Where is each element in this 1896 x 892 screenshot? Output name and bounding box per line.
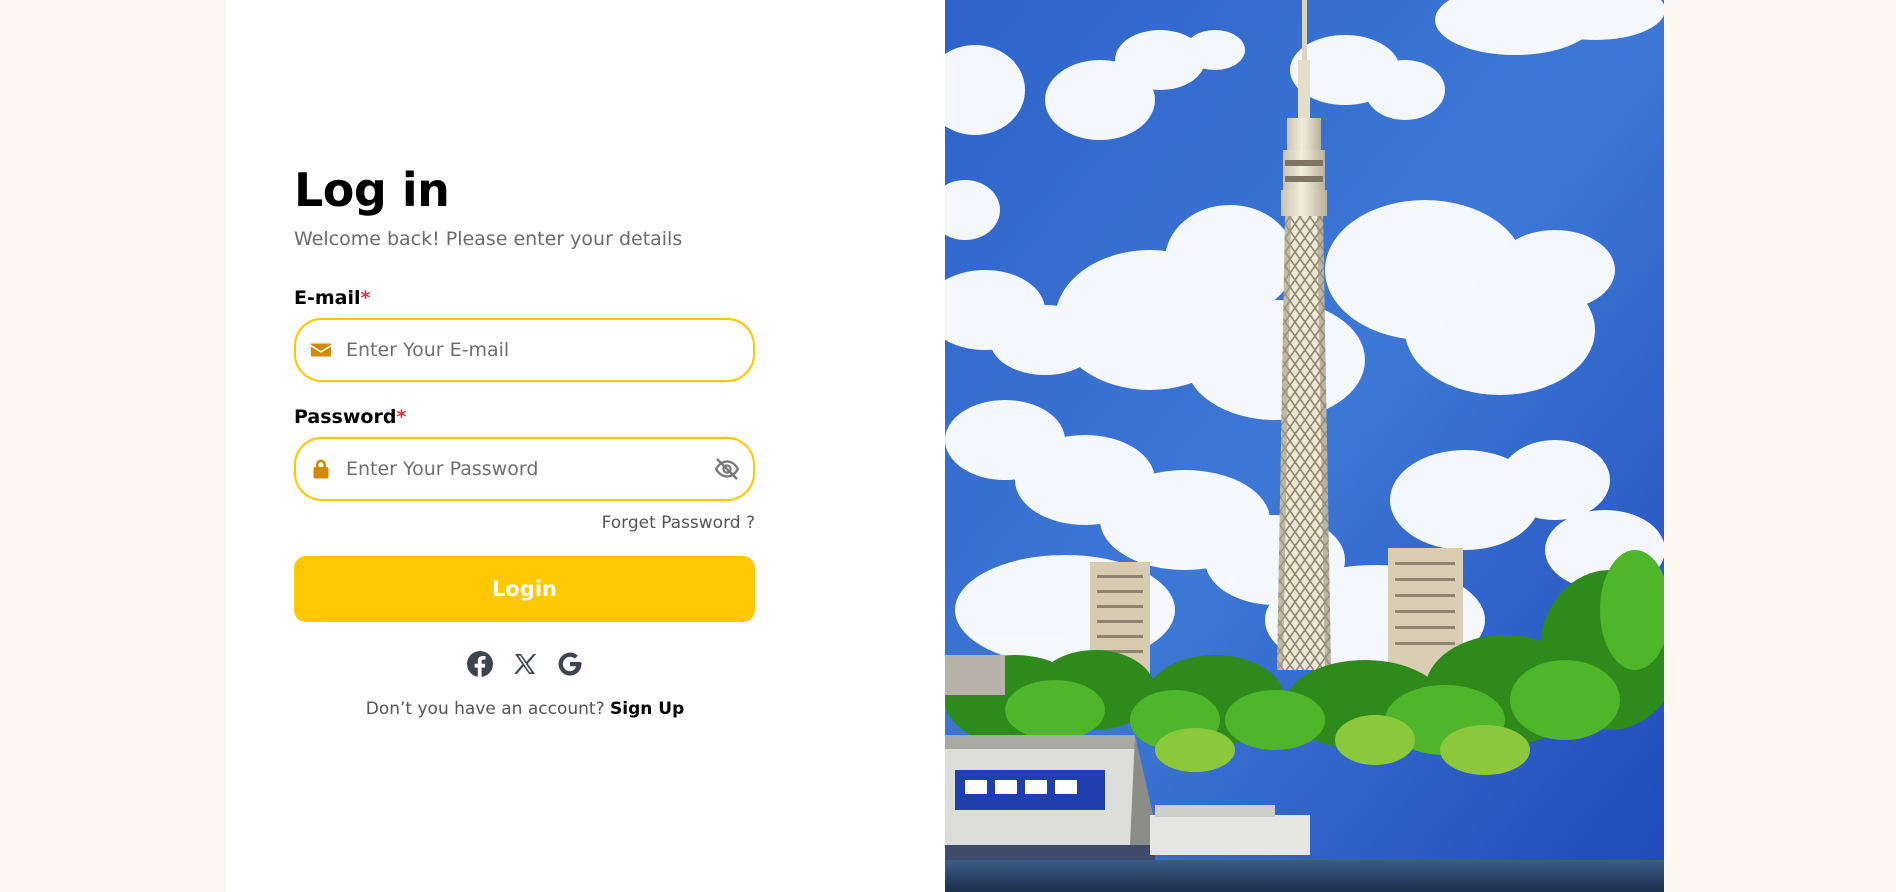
login-panel: Log in Welcome back! Please enter your d… (225, 0, 945, 892)
signup-link[interactable]: Sign Up (610, 699, 684, 719)
x-icon[interactable] (511, 650, 539, 678)
email-label: E-mail* (294, 287, 370, 309)
email-field[interactable] (294, 318, 755, 382)
password-label: Password* (294, 406, 406, 428)
password-input[interactable] (346, 447, 686, 491)
envelope-icon (311, 343, 331, 357)
login-button[interactable]: Login (294, 556, 755, 622)
cairo-tower-image (944, 0, 1664, 892)
lock-icon (313, 459, 329, 479)
password-label-text: Password (294, 406, 397, 428)
eye-slash-icon[interactable] (713, 456, 741, 482)
page-subtitle: Welcome back! Please enter your details (294, 228, 683, 250)
required-asterisk: * (396, 406, 407, 428)
email-input[interactable] (346, 328, 686, 372)
password-field[interactable] (294, 437, 755, 501)
login-card: Log in Welcome back! Please enter your d… (224, 0, 1664, 892)
signup-prompt: Don’t you have an account? (365, 699, 605, 719)
google-icon[interactable] (556, 650, 584, 678)
social-login-group (466, 650, 584, 678)
required-asterisk: * (360, 287, 371, 309)
hero-photo (944, 0, 1664, 892)
facebook-icon[interactable] (466, 650, 494, 678)
signup-row: Don’t you have an account? Sign Up (225, 699, 825, 719)
forgot-password-link[interactable]: Forget Password ? (294, 513, 755, 533)
page-title: Log in (294, 163, 450, 217)
email-label-text: E-mail (294, 287, 361, 309)
